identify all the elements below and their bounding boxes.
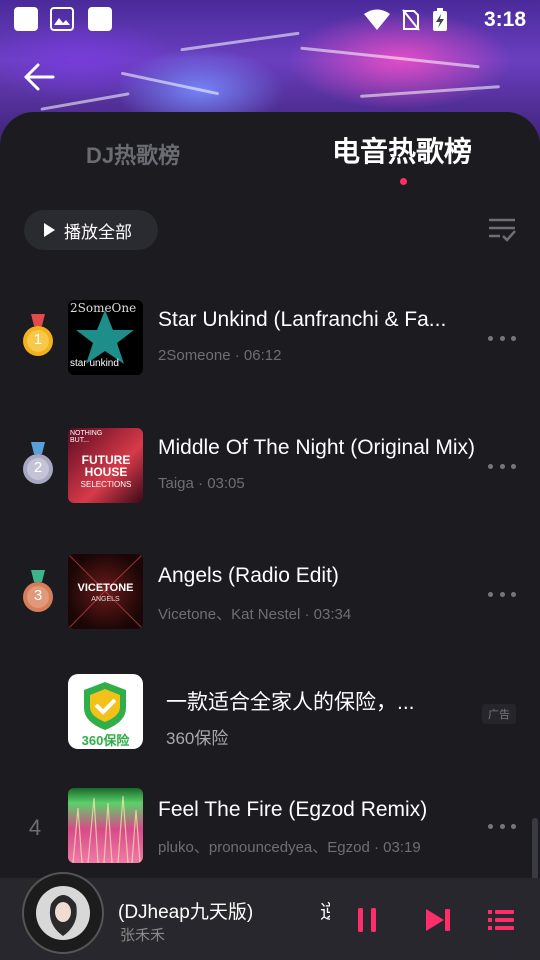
now-playing-artist: 张禾禾 — [120, 927, 166, 944]
song-artist: Taiga — [158, 475, 194, 492]
notification-icon-2 — [88, 7, 112, 31]
now-playing-title-marquee: 逆 — [320, 902, 330, 923]
active-tab-indicator — [400, 178, 407, 185]
meta-separator: · — [373, 839, 384, 856]
ad-source: 360保险 — [166, 729, 229, 748]
play-all-button[interactable]: 播放全部 — [24, 210, 158, 250]
cover-text-bottom: star unkind — [70, 358, 119, 369]
song-title: Angels (Radio Edit) — [158, 564, 339, 587]
rank-number: 3 — [33, 587, 43, 604]
ad-row[interactable]: 360保险 一款适合全家人的保险，... 360保险 广告 — [0, 664, 540, 764]
song-title: Middle Of The Night (Original Mix) — [158, 436, 476, 459]
now-playing-title: (DJheap九天版) — [118, 902, 254, 923]
song-duration: 06:12 — [243, 347, 282, 364]
meta-separator: · — [304, 606, 314, 623]
song-title: Feel The Fire (Egzod Remix) — [158, 798, 428, 821]
tab-dj-hot[interactable]: DJ热歌榜 — [86, 138, 180, 170]
song-duration: 03:34 — [313, 606, 352, 623]
song-row-4[interactable]: 4 Feel The Fire (Egzod Remix) pluko、pron… — [0, 778, 540, 878]
play-all-label: 播放全部 — [64, 222, 132, 242]
more-options-icon[interactable] — [488, 592, 516, 600]
ad-title: 一款适合全家人的保险，... — [166, 691, 415, 714]
song-meta: pluko、pronouncedyea、Egzod · 03:19 — [158, 836, 421, 857]
song-artist: pluko、pronouncedyea、Egzod — [158, 839, 370, 856]
cover-text-main: FUTURE HOUSE — [81, 453, 131, 479]
ad-badge: 广告 — [482, 704, 516, 724]
next-track-icon[interactable] — [424, 906, 452, 934]
cover-text-top: NOTHING BUT... — [70, 430, 103, 444]
cover-text-main: VICETONE — [77, 582, 134, 594]
song-meta: Taiga · 03:05 — [158, 475, 245, 492]
cover-text-sub: ANGELS — [91, 596, 120, 603]
wifi-icon — [364, 9, 390, 30]
pause-icon[interactable] — [356, 906, 378, 934]
play-icon — [44, 223, 55, 237]
cover-text-sub: SELECTIONS — [80, 480, 132, 489]
song-meta: Vicetone、Kat Nestel · 03:34 — [158, 603, 351, 624]
song-row-2[interactable]: 2 NOTHING BUT... FUTURE HOUSE SELECTIONS… — [0, 418, 540, 518]
meta-separator: · — [198, 475, 208, 492]
image-icon — [50, 7, 74, 31]
scrollbar[interactable] — [532, 818, 538, 882]
status-icons — [364, 8, 448, 32]
rank-number: 2 — [33, 459, 43, 476]
song-duration: 03:05 — [207, 475, 245, 492]
song-duration: 03:19 — [383, 839, 421, 856]
cover-text-top: 2SomeOne — [70, 301, 137, 315]
album-cover: 2SomeOne star unkind — [68, 300, 143, 375]
clock: 3:18 — [483, 8, 526, 31]
now-playing-cover[interactable] — [22, 872, 104, 954]
rank-number: 4 — [28, 815, 42, 840]
meta-separator: · — [234, 347, 244, 364]
album-cover — [68, 788, 143, 863]
battery-icon — [433, 8, 447, 31]
back-arrow-icon[interactable] — [22, 60, 56, 94]
song-artist: Vicetone、Kat Nestel — [158, 606, 301, 623]
status-bar: 3:18 — [0, 0, 540, 38]
more-options-icon[interactable] — [488, 824, 516, 832]
ad-logo-text: 360保险 — [81, 733, 130, 748]
multi-select-icon[interactable] — [488, 216, 516, 244]
notification-icon — [14, 7, 38, 31]
song-meta: 2Someone · 06:12 — [158, 347, 281, 364]
song-row-1[interactable]: 1 2SomeOne star unkind Star Unkind (Lanf… — [0, 290, 540, 390]
more-options-icon[interactable] — [488, 336, 516, 344]
album-cover: VICETONE ANGELS — [68, 554, 143, 629]
tab-edm-hot[interactable]: 电音热歌榜 — [332, 130, 472, 170]
ad-logo: 360保险 — [68, 674, 143, 749]
more-options-icon[interactable] — [488, 464, 516, 472]
playlist-icon[interactable] — [488, 906, 514, 934]
no-sim-icon — [402, 9, 420, 31]
song-row-3[interactable]: 3 VICETONE ANGELS Angels (Radio Edit) Vi… — [0, 546, 540, 646]
rank-number: 1 — [33, 331, 43, 348]
song-artist: 2Someone — [158, 347, 231, 364]
album-cover: NOTHING BUT... FUTURE HOUSE SELECTIONS — [68, 428, 143, 503]
song-title: Star Unkind (Lanfranchi & Fa... — [158, 308, 447, 331]
